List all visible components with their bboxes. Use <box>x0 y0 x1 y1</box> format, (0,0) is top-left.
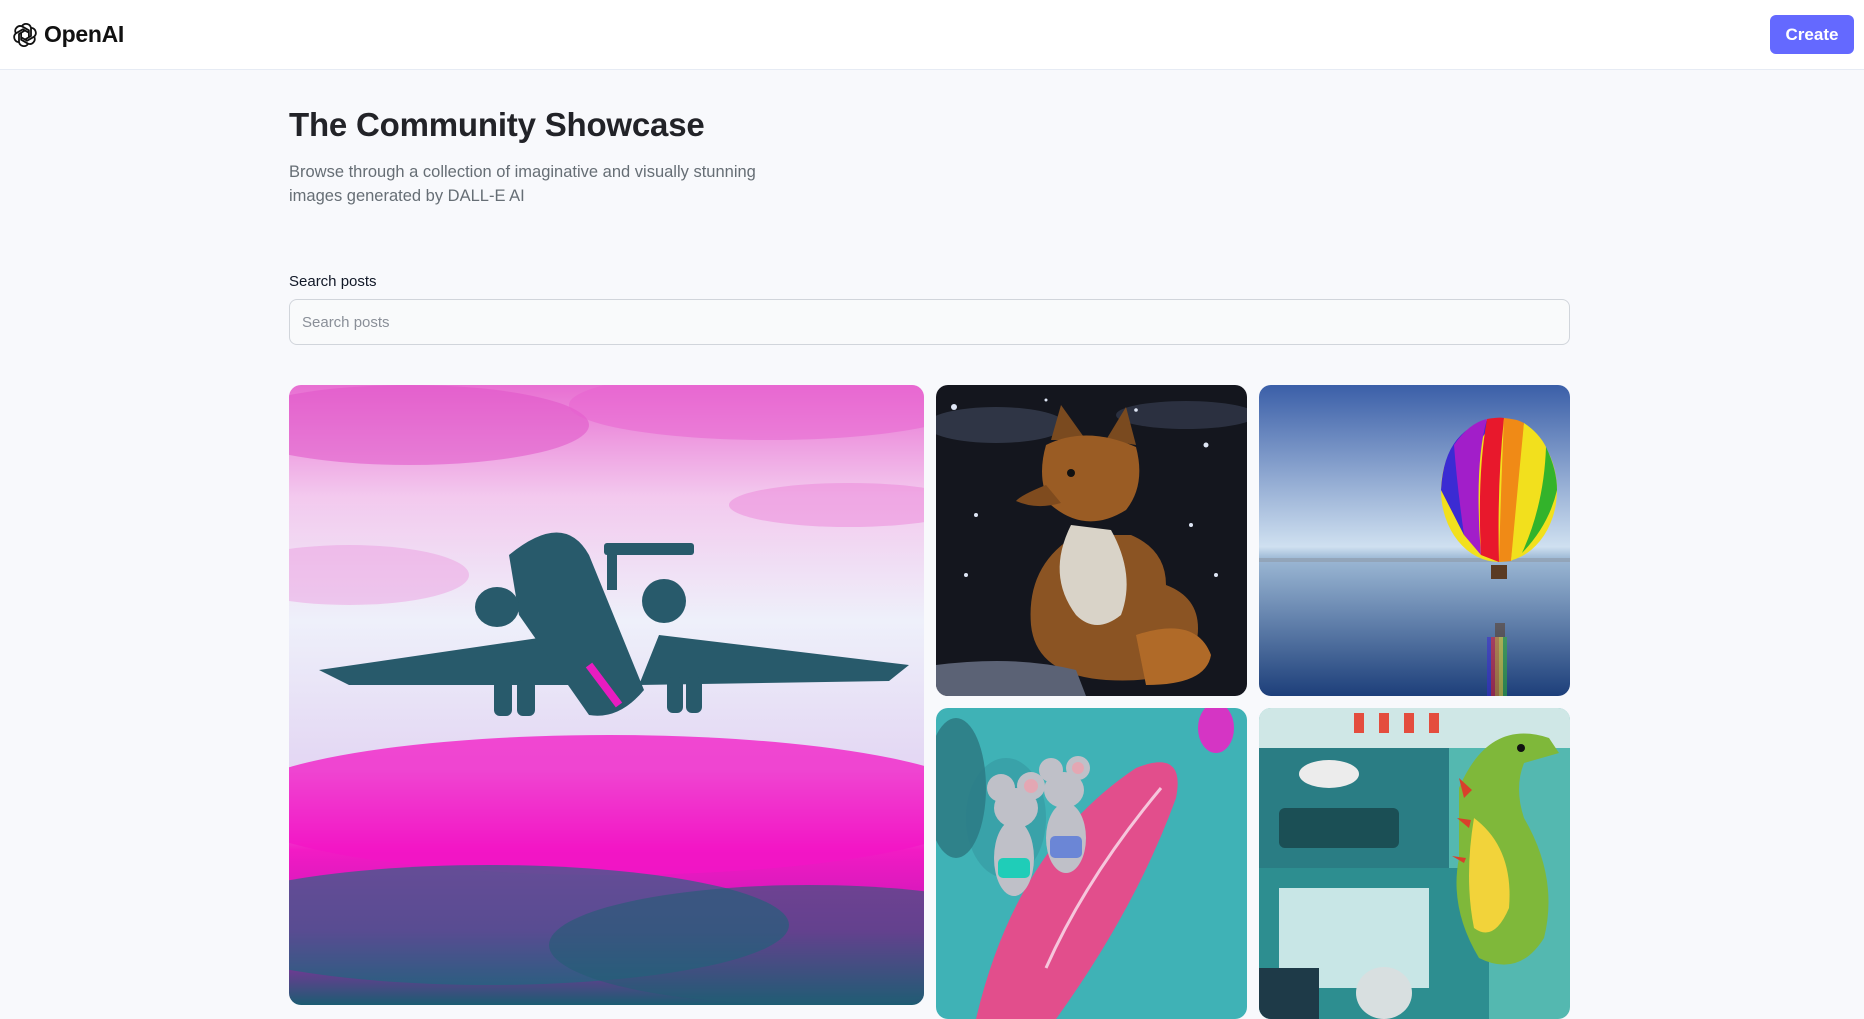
post-card-dinosaur[interactable] <box>1259 708 1570 1019</box>
post-card-balloon[interactable] <box>1259 385 1570 696</box>
post-card-mice-surfing[interactable] <box>936 708 1247 1019</box>
openai-logo-icon <box>10 20 40 50</box>
post-card-airplane[interactable] <box>289 385 924 1005</box>
airplane-image <box>289 385 924 1005</box>
dinosaur-image <box>1259 708 1570 1019</box>
mice-surfing-image <box>936 708 1247 1019</box>
brand-logo[interactable]: OpenAI <box>10 20 124 50</box>
page-subtitle: Browse through a collection of imaginati… <box>289 163 756 205</box>
top-navbar: OpenAI Create <box>0 0 1864 70</box>
fox-image <box>936 385 1247 696</box>
search-label: Search posts <box>289 273 377 290</box>
page-title: The Community Showcase <box>289 106 705 143</box>
brand-name: OpenAI <box>44 21 124 47</box>
search-input[interactable] <box>289 299 1570 345</box>
showcase-main: The Community Showcase Browse through a … <box>289 70 1570 1019</box>
create-button[interactable]: Create <box>1770 15 1854 54</box>
balloon-image <box>1259 385 1570 696</box>
post-card-fox[interactable] <box>936 385 1247 696</box>
